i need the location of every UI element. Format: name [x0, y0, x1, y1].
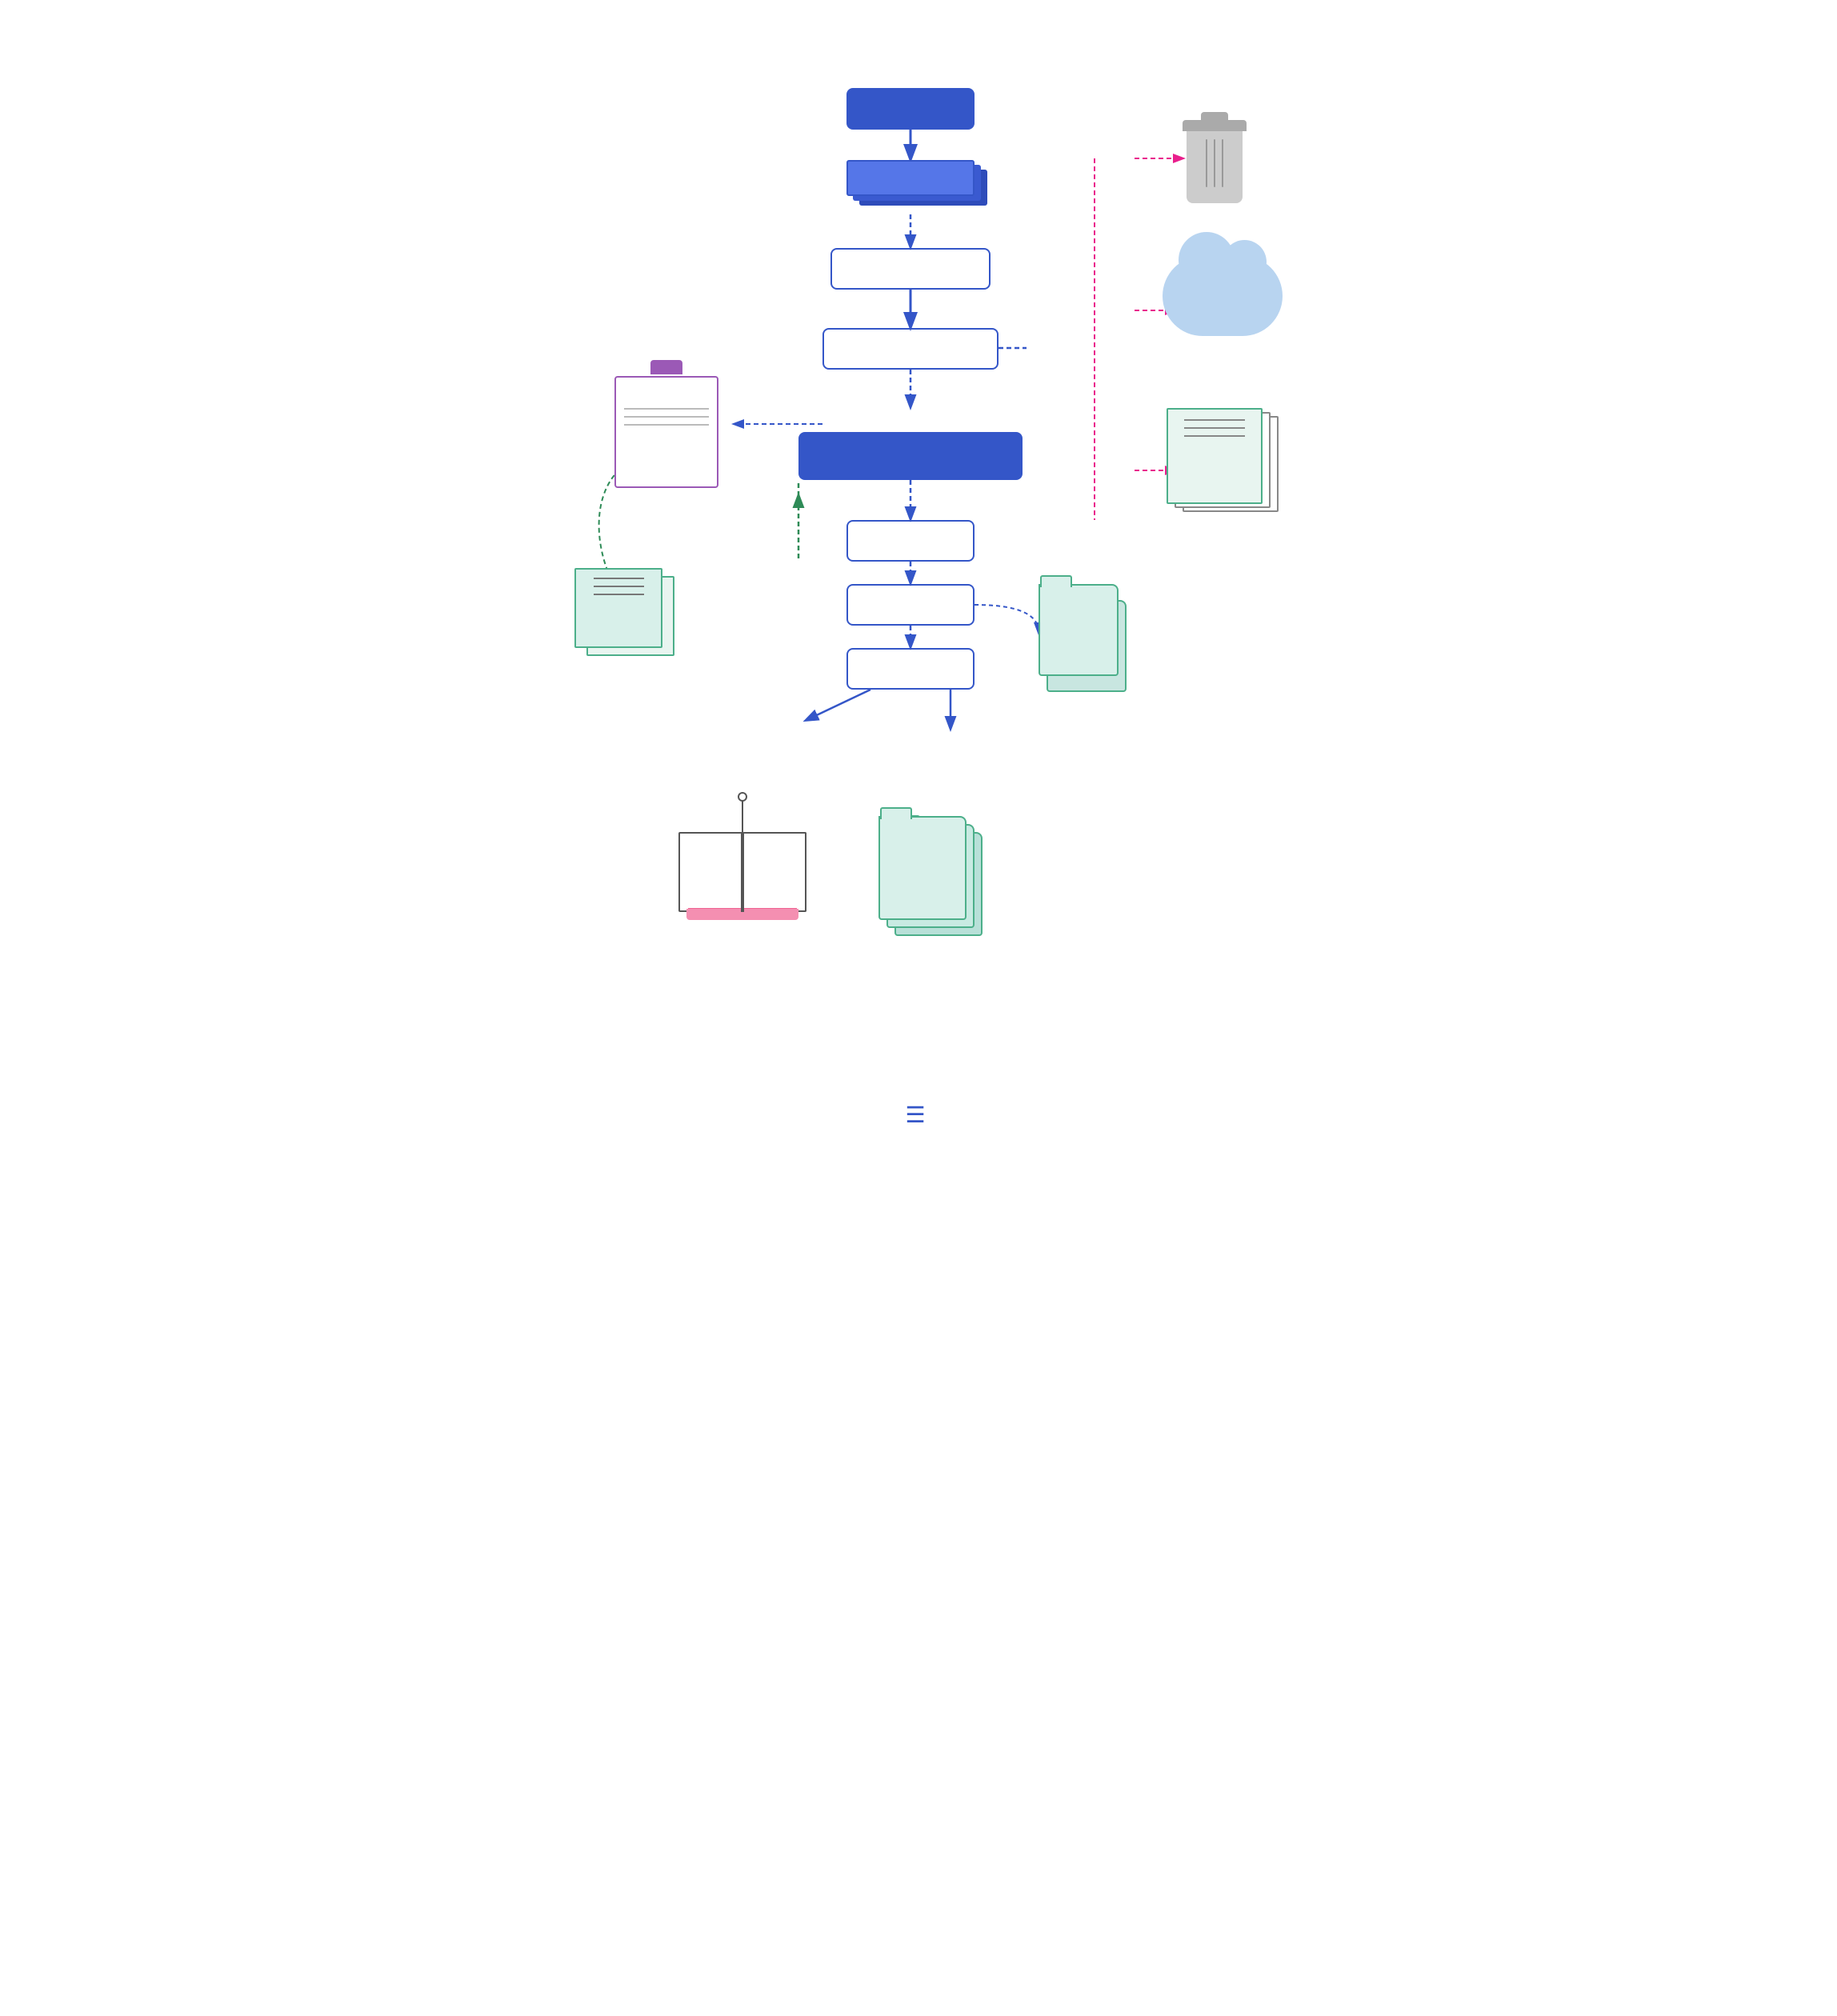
cal-pages-left: [678, 832, 746, 912]
do-it-box: [846, 520, 975, 562]
float-logo-icon: ☰: [905, 1102, 925, 1128]
cal-pages-right: [738, 832, 806, 912]
trash-line3: [1222, 139, 1223, 187]
waiting-for-icon: [1039, 584, 1135, 696]
trash-line2: [1214, 139, 1215, 187]
projplan-stack: [574, 568, 686, 664]
delegate-box: [846, 584, 975, 626]
paper-label: [1176, 442, 1253, 446]
trash-body: [1187, 131, 1243, 203]
float-logo: ☰: [905, 1102, 931, 1128]
paper-line2: [1184, 427, 1246, 429]
trash-lid: [1183, 120, 1247, 131]
projplan-line2: [594, 586, 644, 587]
next-action-box: [798, 432, 1023, 480]
paper-stack: [1167, 408, 1287, 520]
diagram: ☰: [534, 72, 1303, 1112]
calendar-icon: [678, 808, 806, 920]
projplan-front: [574, 568, 662, 648]
trash-icon: [1183, 120, 1247, 208]
defer-box: [846, 648, 975, 690]
cal-bookmark-line: [742, 800, 743, 832]
what-is-it-box: [830, 248, 991, 290]
project-plans-icon: [574, 568, 686, 664]
paper-folders-icon: [1167, 408, 1287, 520]
clipboard-body: [614, 376, 718, 488]
wf-folder-front: [1039, 584, 1119, 676]
clip-line1: [624, 408, 709, 410]
na-stack: [878, 816, 991, 944]
projects-label: [616, 378, 717, 402]
stuff-box: [846, 88, 975, 130]
clip-line2: [624, 416, 709, 418]
projplan-label: [582, 600, 654, 603]
projplan-line3: [594, 594, 644, 595]
trash-shape: [1183, 120, 1247, 203]
actionable-box: [822, 328, 999, 370]
page-container: ☰: [518, 16, 1319, 1160]
clip-line3: [624, 424, 709, 426]
paper-front: [1167, 408, 1263, 504]
cloud-shape: [1163, 256, 1283, 336]
in-box: [846, 160, 975, 212]
paper-line1: [1184, 419, 1246, 421]
cloud-icon: [1163, 256, 1283, 336]
calendar-shape: [678, 808, 806, 920]
projects-icon: [614, 368, 718, 488]
projplan-line1: [594, 578, 644, 579]
cal-spine: [741, 832, 744, 912]
next-action-icon: [878, 816, 991, 944]
paper-line3: [1184, 435, 1246, 437]
trash-line1: [1206, 139, 1207, 187]
wf-stack: [1039, 584, 1135, 696]
clipboard: [614, 368, 718, 488]
na-page1: [878, 816, 967, 920]
clipboard-clip: [650, 360, 682, 374]
in-box-top: [846, 160, 975, 196]
